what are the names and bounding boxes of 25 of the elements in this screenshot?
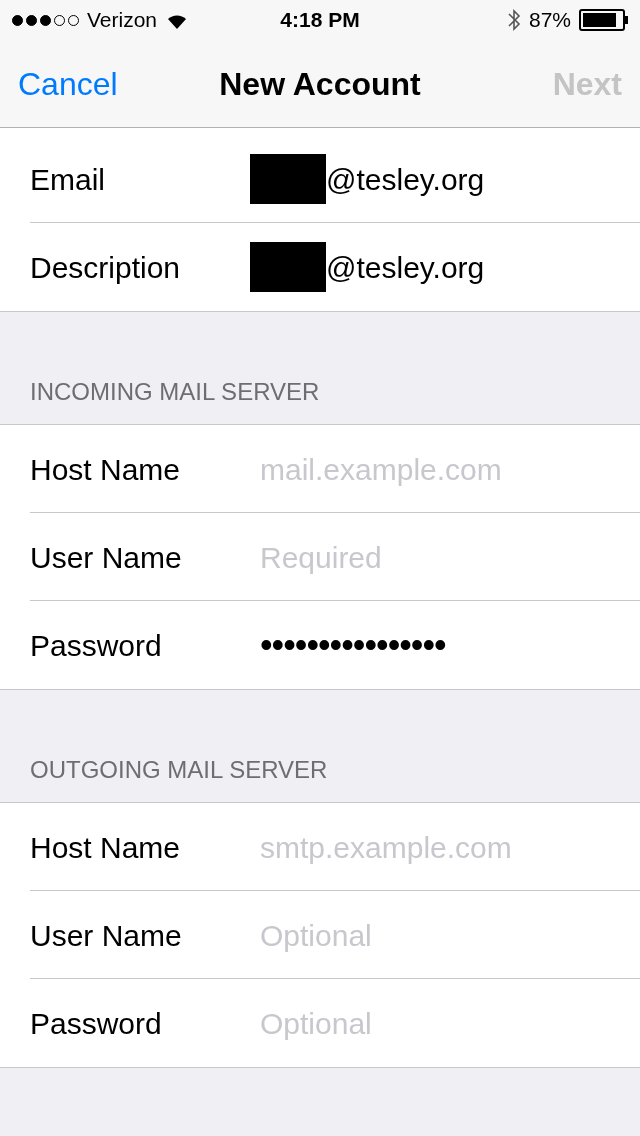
- input-field[interactable]: smtp.example.com: [260, 824, 624, 870]
- field-label: Description: [30, 249, 182, 286]
- bluetooth-icon: [506, 8, 521, 32]
- field-label: User Name: [30, 917, 183, 954]
- input-field[interactable]: Optional: [260, 1000, 624, 1046]
- section-header: OUTGOING MAIL SERVER: [30, 755, 328, 785]
- field-label: Email: [30, 161, 106, 198]
- input-field[interactable]: Optional: [260, 912, 624, 958]
- battery-percent: 87%: [528, 7, 571, 34]
- carrier-name: Verizon: [87, 7, 158, 34]
- field-label: User Name: [30, 539, 183, 576]
- clock-time: 4:18 PM: [280, 7, 360, 34]
- input-field[interactable]: @tesley.org: [326, 156, 485, 202]
- field-label: Password: [30, 627, 163, 664]
- field-label: Password: [30, 1005, 163, 1042]
- nav-title: New Account: [219, 64, 421, 104]
- input-field[interactable]: mail.example.com: [260, 446, 624, 492]
- input-field[interactable]: ••••••••••••••••: [260, 618, 446, 672]
- field-label: Host Name: [30, 829, 182, 866]
- input-field[interactable]: Required: [260, 534, 624, 580]
- input-field[interactable]: @tesley.org: [326, 244, 485, 290]
- cancel-button[interactable]: Cancel: [18, 59, 118, 108]
- section-header: INCOMING MAIL SERVER: [30, 377, 320, 407]
- field-label: Host Name: [30, 451, 182, 488]
- battery-icon: [579, 9, 628, 31]
